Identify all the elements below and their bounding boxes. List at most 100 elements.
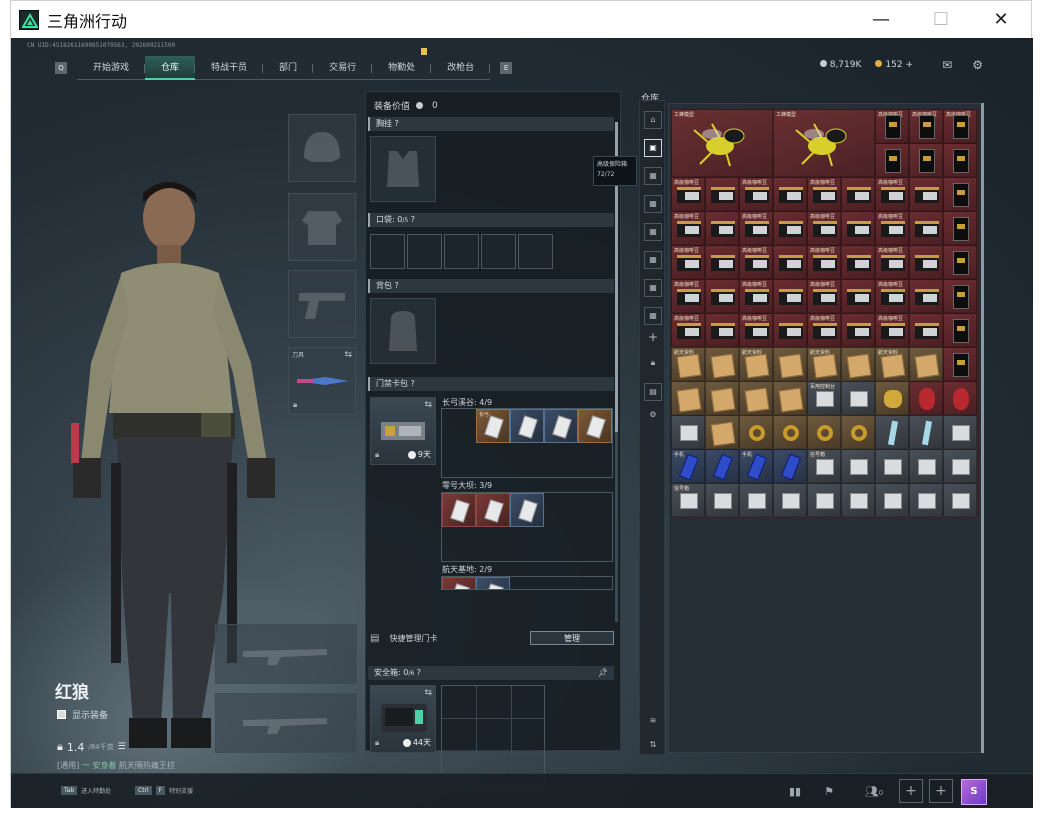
item-bag[interactable]: 高级咖啡豆 bbox=[671, 177, 705, 211]
pocket-slot[interactable] bbox=[444, 234, 479, 269]
item-bag[interactable]: 高级咖啡豆 bbox=[671, 279, 705, 313]
item-ring[interactable] bbox=[739, 415, 773, 449]
item-wasp-model[interactable]: 工蜂模型 bbox=[671, 109, 773, 177]
invite-slot-button[interactable]: + bbox=[929, 779, 953, 803]
item-bag[interactable] bbox=[705, 279, 739, 313]
item-bag[interactable]: 高级咖啡豆 bbox=[671, 245, 705, 279]
item-bag[interactable] bbox=[841, 279, 875, 313]
item-doc[interactable]: 航天资料 bbox=[739, 347, 773, 381]
tab-hint[interactable]: Tab 进入特勤处 bbox=[61, 786, 111, 795]
item-bag[interactable] bbox=[841, 245, 875, 279]
item-bag[interactable] bbox=[909, 313, 943, 347]
close-button[interactable]: ✕ bbox=[971, 1, 1031, 38]
lock-icon[interactable]: 🔒︎ bbox=[644, 355, 662, 373]
stats-icon[interactable]: ▮▮ bbox=[785, 782, 805, 802]
secondary-weapon-slot[interactable] bbox=[215, 693, 357, 753]
item-bag[interactable] bbox=[841, 177, 875, 211]
item-phone[interactable]: 手机 bbox=[671, 449, 705, 483]
pistol-slot[interactable] bbox=[288, 270, 356, 338]
ticket-balance[interactable]: 152 + bbox=[875, 60, 913, 70]
item-box[interactable]: 军用控制台 bbox=[807, 381, 841, 415]
item-bag[interactable] bbox=[909, 245, 943, 279]
item-box[interactable] bbox=[841, 449, 875, 483]
minimize-button[interactable]: — bbox=[851, 1, 911, 38]
list-icon[interactable]: ☰ bbox=[118, 742, 126, 752]
item-ring[interactable] bbox=[841, 415, 875, 449]
add-currency-button[interactable]: + bbox=[905, 60, 913, 70]
item-doc[interactable] bbox=[841, 347, 875, 381]
item-coffee[interactable] bbox=[943, 245, 977, 279]
nav-tab[interactable]: 物勤处 bbox=[372, 48, 432, 80]
item-mask[interactable] bbox=[943, 381, 977, 415]
item-mask[interactable] bbox=[909, 381, 943, 415]
item-bag[interactable]: 高级咖啡豆 bbox=[807, 279, 841, 313]
item-doc[interactable] bbox=[773, 347, 807, 381]
warehouse-tab-1[interactable]: ▣ bbox=[644, 139, 662, 157]
item-bag[interactable]: 高级咖啡豆 bbox=[875, 211, 909, 245]
item-box[interactable] bbox=[943, 415, 977, 449]
item-gold[interactable] bbox=[875, 381, 909, 415]
item-bag[interactable] bbox=[909, 211, 943, 245]
item-bag[interactable]: 高级咖啡豆 bbox=[875, 313, 909, 347]
item-doc[interactable]: 航天资料 bbox=[807, 347, 841, 381]
settings-icon[interactable]: ⚙ bbox=[644, 407, 662, 425]
safe-box-slot[interactable]: ⇆ 🔒︎ 44天 bbox=[370, 685, 436, 753]
item-phone[interactable]: 手机 bbox=[739, 449, 773, 483]
item-box[interactable] bbox=[807, 483, 841, 517]
item-box[interactable] bbox=[739, 483, 773, 517]
item-doc[interactable] bbox=[705, 415, 739, 449]
item-doc[interactable] bbox=[739, 381, 773, 415]
ctrl-hint[interactable]: Ctrl F 特别支援 bbox=[135, 786, 193, 795]
item-bag[interactable] bbox=[705, 245, 739, 279]
nav-tab[interactable]: 开始游戏 bbox=[77, 56, 146, 80]
item-box[interactable]: 信号箱 bbox=[807, 449, 841, 483]
item-bag[interactable] bbox=[705, 211, 739, 245]
nav-tab[interactable]: 部门 bbox=[263, 56, 314, 80]
item-bag[interactable]: 高级咖啡豆 bbox=[807, 245, 841, 279]
item-box[interactable] bbox=[671, 415, 705, 449]
hafcoin-balance[interactable]: 8,719K bbox=[819, 60, 861, 70]
backpack-slot[interactable] bbox=[370, 298, 436, 364]
item-bag[interactable] bbox=[773, 313, 807, 347]
warehouse-tab-7[interactable]: ▦ bbox=[644, 307, 662, 325]
item-box[interactable] bbox=[705, 483, 739, 517]
warehouse-tab-3[interactable]: ▦ bbox=[644, 195, 662, 213]
item-bag[interactable]: 高级咖啡豆 bbox=[739, 279, 773, 313]
warehouse-scrollbar[interactable] bbox=[981, 103, 984, 753]
item-bag[interactable] bbox=[841, 211, 875, 245]
item-bag[interactable] bbox=[909, 279, 943, 313]
item-box[interactable] bbox=[875, 483, 909, 517]
pocket-slot[interactable] bbox=[481, 234, 516, 269]
item-bag[interactable] bbox=[773, 279, 807, 313]
item-bag[interactable] bbox=[773, 211, 807, 245]
maximize-button[interactable]: ☐ bbox=[911, 1, 971, 38]
swap-icon[interactable]: ⇆ bbox=[344, 350, 352, 360]
item-doc[interactable] bbox=[705, 347, 739, 381]
chest-rig-slot[interactable] bbox=[370, 136, 436, 202]
show-gear-checkbox[interactable] bbox=[57, 710, 66, 719]
swap-icon[interactable]: ⇆ bbox=[424, 688, 432, 698]
item-bag[interactable] bbox=[841, 313, 875, 347]
swap-icon[interactable]: ⇆ bbox=[424, 400, 432, 410]
item-bag[interactable] bbox=[773, 245, 807, 279]
item-coffee[interactable]: 高级咖啡豆 bbox=[943, 109, 977, 143]
warehouse-tab-all[interactable]: ⌂ bbox=[644, 111, 662, 129]
item-coffee[interactable]: 高级咖啡豆 bbox=[875, 109, 909, 143]
item-coffee[interactable] bbox=[943, 279, 977, 313]
item-doc[interactable] bbox=[671, 381, 705, 415]
item-coffee[interactable] bbox=[943, 313, 977, 347]
warehouse-tab-2[interactable]: ▦ bbox=[644, 167, 662, 185]
avatar[interactable]: S bbox=[961, 779, 987, 805]
item-bag[interactable]: 高级咖啡豆 bbox=[875, 245, 909, 279]
item-box[interactable] bbox=[943, 483, 977, 517]
item-crystal[interactable] bbox=[875, 415, 909, 449]
manage-button[interactable]: 管理 bbox=[530, 631, 614, 645]
nav-prev-key[interactable]: Q bbox=[55, 62, 67, 74]
item-crystal[interactable] bbox=[909, 415, 943, 449]
item-ring[interactable] bbox=[807, 415, 841, 449]
item-bag[interactable]: 高级咖啡豆 bbox=[739, 177, 773, 211]
item-box[interactable] bbox=[909, 483, 943, 517]
item-box[interactable] bbox=[875, 449, 909, 483]
helmet-slot[interactable] bbox=[288, 114, 356, 182]
show-gear-toggle[interactable]: 显示装备 bbox=[57, 708, 108, 721]
